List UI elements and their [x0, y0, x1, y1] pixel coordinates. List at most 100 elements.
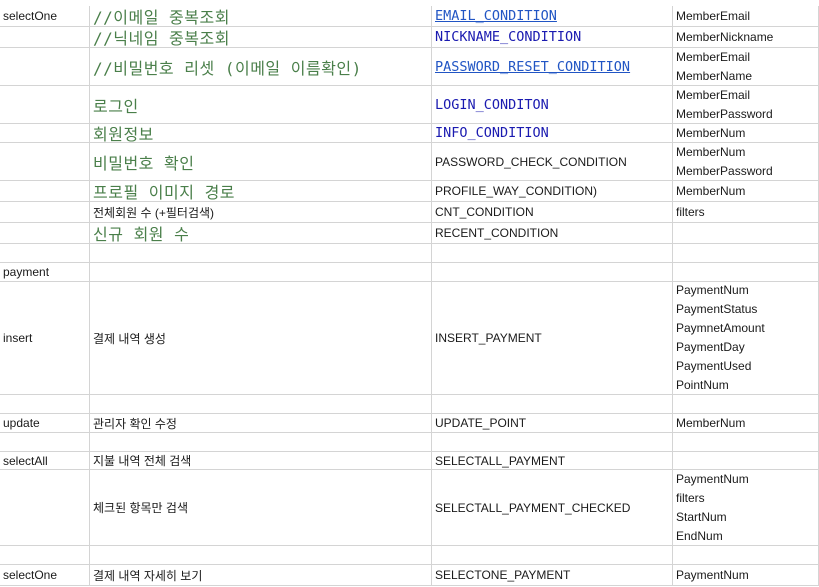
- parameter-item: PaymentNum: [676, 471, 749, 486]
- cell-operation[interactable]: insert: [0, 282, 90, 395]
- cell-parameters[interactable]: MemberNum: [673, 181, 819, 202]
- cell-operation[interactable]: [0, 433, 90, 452]
- cell-condition[interactable]: SELECTALL_PAYMENT_CHECKED: [432, 470, 673, 546]
- cell-operation[interactable]: selectAll: [0, 452, 90, 470]
- cell-description[interactable]: 결제 내역 생성: [90, 282, 432, 395]
- cell-parameters[interactable]: PaymentNum: [673, 565, 819, 586]
- table-row: 전체회원 수 (+필터검색) CNT_CONDITION filters: [0, 202, 819, 223]
- table-row: [0, 244, 819, 263]
- table-row: selectOne//이메일 중복조회 EMAIL_CONDITION Member…: [0, 6, 819, 27]
- cell-description[interactable]: 전체회원 수 (+필터검색): [90, 202, 432, 223]
- cell-description[interactable]: [90, 395, 432, 414]
- cell-description[interactable]: [90, 263, 432, 282]
- cell-condition[interactable]: [432, 546, 673, 565]
- cell-parameters[interactable]: [673, 452, 819, 470]
- cell-description[interactable]: 결제 내역 자세히 보기: [90, 565, 432, 586]
- cell-operation[interactable]: [0, 395, 90, 414]
- cell-operation[interactable]: [0, 470, 90, 546]
- cell-operation[interactable]: [0, 202, 90, 223]
- cell-description[interactable]: 로그인: [90, 86, 432, 124]
- cell-parameters[interactable]: PaymentNum PaymentStatus PaymnetAmount Paym…: [673, 282, 819, 395]
- table-row: payment: [0, 263, 819, 282]
- cell-description[interactable]: 지불 내역 전체 검색: [90, 452, 432, 470]
- cell-parameters[interactable]: [673, 223, 819, 244]
- cell-condition[interactable]: EMAIL_CONDITION: [432, 6, 673, 27]
- parameter-item: MemberEmail: [676, 8, 751, 23]
- cell-condition[interactable]: RECENT_CONDITION: [432, 223, 673, 244]
- cell-parameters[interactable]: MemberNum: [673, 414, 819, 433]
- cell-condition[interactable]: [432, 395, 673, 414]
- cell-operation[interactable]: [0, 48, 90, 86]
- cell-condition[interactable]: LOGIN_CONDITON: [432, 86, 673, 124]
- cell-operation[interactable]: [0, 86, 90, 124]
- cell-description[interactable]: 비밀번호 확인: [90, 143, 432, 181]
- cell-operation[interactable]: [0, 546, 90, 565]
- cell-description[interactable]: [90, 244, 432, 263]
- table-row: 프로필 이미지 경로 PROFILE_WAY_CONDITION) MemberNu…: [0, 181, 819, 202]
- cell-operation[interactable]: [0, 27, 90, 48]
- parameter-item: MemberNum: [676, 183, 746, 198]
- table-row: 신규 회원 수 RECENT_CONDITION: [0, 223, 819, 244]
- table-row: //비밀번호 리셋 (이메일 이름확인) PASSWORD_RESET_CONDI…: [0, 48, 819, 86]
- parameter-item: MemberNickname: [676, 29, 774, 44]
- cell-operation[interactable]: selectOne: [0, 565, 90, 586]
- cell-parameters[interactable]: MemberNum: [673, 124, 819, 143]
- cell-parameters[interactable]: MemberNum MemberPassword: [673, 143, 819, 181]
- cell-operation[interactable]: [0, 124, 90, 143]
- cell-condition[interactable]: UPDATE_POINT: [432, 414, 673, 433]
- cell-operation[interactable]: update: [0, 414, 90, 433]
- cell-description[interactable]: 신규 회원 수: [90, 223, 432, 244]
- cell-parameters[interactable]: [673, 395, 819, 414]
- cell-parameters[interactable]: MemberEmail: [673, 6, 819, 27]
- table-row: [0, 433, 819, 452]
- cell-condition[interactable]: SELECTONE_PAYMENT: [432, 565, 673, 586]
- cell-description[interactable]: //비밀번호 리셋 (이메일 이름확인): [90, 48, 432, 86]
- cell-parameters[interactable]: [673, 546, 819, 565]
- table-row: selectOne 결제 내역 자세히 보기 SELECTONE_PAYMENT Pa…: [0, 565, 819, 586]
- cell-condition[interactable]: INFO_CONDITION: [432, 124, 673, 143]
- cell-condition[interactable]: PROFILE_WAY_CONDITION): [432, 181, 673, 202]
- parameter-item: PaymentNum: [676, 283, 749, 297]
- cell-condition[interactable]: CNT_CONDITION: [432, 202, 673, 223]
- parameter-item: MemberPassword: [676, 163, 773, 178]
- cell-operation[interactable]: payment: [0, 263, 90, 282]
- cell-description[interactable]: [90, 546, 432, 565]
- parameter-item: MemberEmail: [676, 87, 751, 102]
- cell-description[interactable]: 관리자 확인 수정: [90, 414, 432, 433]
- cell-parameters[interactable]: filters: [673, 202, 819, 223]
- table-row: [0, 395, 819, 414]
- cell-description[interactable]: 회원정보: [90, 124, 432, 143]
- parameter-item: PaymentUsed: [676, 359, 752, 373]
- cell-parameters[interactable]: MemberEmail MemberPassword: [673, 86, 819, 124]
- cell-parameters[interactable]: [673, 244, 819, 263]
- parameter-item: PaymentStatus: [676, 302, 758, 316]
- cell-description[interactable]: 체크된 항목만 검색: [90, 470, 432, 546]
- table-row: 회원정보 INFO_CONDITION MemberNum: [0, 124, 819, 143]
- cell-operation[interactable]: [0, 244, 90, 263]
- cell-condition[interactable]: PASSWORD_CHECK_CONDITION: [432, 143, 673, 181]
- cell-description[interactable]: 프로필 이미지 경로: [90, 181, 432, 202]
- cell-parameters[interactable]: [673, 433, 819, 452]
- cell-condition[interactable]: SELECTALL_PAYMENT: [432, 452, 673, 470]
- table-row: 로그인 LOGIN_CONDITON MemberEmail MemberPasswo…: [0, 86, 819, 124]
- cell-operation[interactable]: [0, 181, 90, 202]
- cell-condition[interactable]: [432, 433, 673, 452]
- parameter-item: PaymentDay: [676, 340, 745, 354]
- cell-parameters[interactable]: [673, 263, 819, 282]
- parameter-item: filters: [676, 204, 705, 219]
- cell-parameters[interactable]: MemberNickname: [673, 27, 819, 48]
- cell-description[interactable]: //이메일 중복조회: [90, 6, 432, 27]
- cell-operation[interactable]: [0, 143, 90, 181]
- cell-parameters[interactable]: PaymentNum filters StartNum EndNum: [673, 470, 819, 546]
- cell-description[interactable]: //닉네임 중복조회: [90, 27, 432, 48]
- cell-condition[interactable]: [432, 263, 673, 282]
- cell-operation[interactable]: selectOne: [0, 6, 90, 27]
- cell-condition[interactable]: NICKNAME_CONDITION: [432, 27, 673, 48]
- cell-condition[interactable]: [432, 244, 673, 263]
- cell-condition[interactable]: PASSWORD_RESET_CONDITION: [432, 48, 673, 86]
- cell-parameters[interactable]: MemberEmail MemberName: [673, 48, 819, 86]
- cell-description[interactable]: [90, 433, 432, 452]
- table-row: [0, 546, 819, 565]
- cell-operation[interactable]: [0, 223, 90, 244]
- cell-condition[interactable]: INSERT_PAYMENT: [432, 282, 673, 395]
